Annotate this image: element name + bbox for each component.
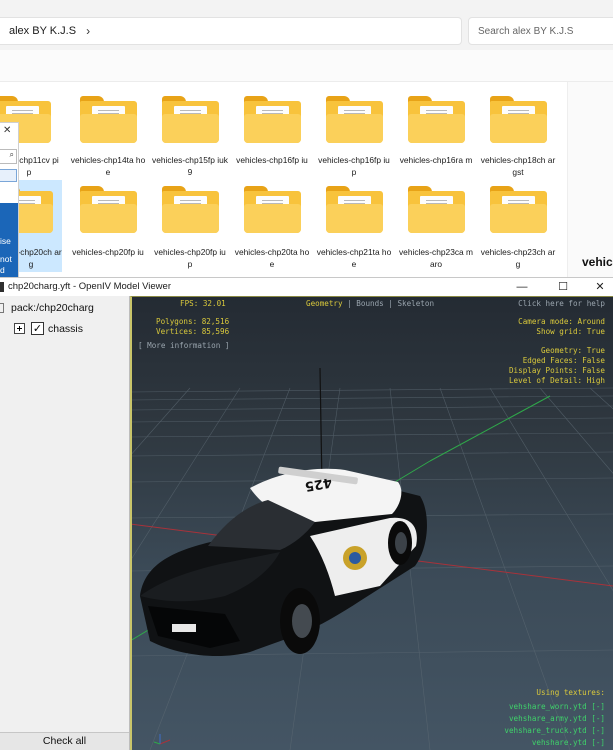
folder-tile[interactable]: vehicles-chp23ch arg <box>480 180 556 270</box>
folder-label: vehicles-chp23ca maro <box>398 247 473 269</box>
display-points-readout[interactable]: Display Points: False <box>509 366 605 376</box>
folder-icon <box>326 186 383 233</box>
popup-dialog: ✕ ⌕ ise not d <box>0 122 19 278</box>
folder-icon <box>326 96 383 143</box>
close-button[interactable]: ✕ <box>583 278 613 297</box>
folder-icon <box>80 96 137 143</box>
texture-item[interactable]: vehshare_army.ytd [-] <box>509 714 605 724</box>
details-pane-title: vehicl <box>582 255 613 269</box>
folder-grid: …es-chp11cv pip vehicles-chp14ta hoe veh… <box>0 82 613 277</box>
folder-tile[interactable]: vehicles-chp20ta hoe <box>234 180 310 270</box>
explorer-toolbar <box>0 50 613 82</box>
folder-tile[interactable]: vehicles-chp16fp iup <box>316 90 392 180</box>
folder-label: vehicles-chp14ta hoe <box>70 155 146 177</box>
mode-bounds-tab[interactable]: Bounds <box>356 299 383 308</box>
folder-tile[interactable]: vehicles-chp16ra m <box>398 90 474 180</box>
folder-label: vehicles-chp23ch arg <box>480 247 556 269</box>
show-grid-readout[interactable]: Show grid: True <box>536 327 605 337</box>
folder-icon <box>408 96 465 143</box>
mode-geometry-tab[interactable]: Geometry <box>306 299 343 308</box>
vertices-readout: Vertices: 85,596 <box>156 327 230 336</box>
more-information-link[interactable]: [ More information ] <box>138 341 229 351</box>
tree-expand-icon[interactable] <box>14 323 25 334</box>
folder-label: vehicles-chp21ta hoe <box>316 247 392 269</box>
folder-label: vehicles-chp15fp iuk9 <box>152 155 228 177</box>
address-path[interactable]: alex BY K.J.S <box>9 25 76 37</box>
police-car-model: 425 <box>140 466 427 657</box>
edged-faces-readout[interactable]: Edged Faces: False <box>523 356 605 366</box>
dialog-info-panel: ise not d <box>0 203 18 278</box>
z-axis-line-far <box>429 395 551 462</box>
folder-label: vehicles-chp16fp iu <box>236 155 308 165</box>
folder-tile[interactable]: vehicles-chp14ta hoe <box>70 90 146 180</box>
folder-icon <box>244 96 301 143</box>
folder-label: vehicles-chp20ta hoe <box>234 247 310 269</box>
folder-icon <box>162 96 219 143</box>
3d-viewport[interactable]: 425 FPS: 32.01 Polygons: 82,516 Vertices… <box>130 296 613 750</box>
dialog-info-line: d <box>0 265 5 275</box>
address-chevron-icon[interactable]: › <box>86 24 90 38</box>
folder-label: vehicles-chp18ch argst <box>480 155 556 177</box>
folder-label: vehicles-chp20fp iu <box>72 247 144 257</box>
dialog-close-icon[interactable]: ✕ <box>3 125 11 136</box>
using-textures-label: Using textures: <box>536 688 605 697</box>
minimize-button[interactable]: — <box>505 278 539 297</box>
folder-icon <box>490 186 547 233</box>
chassis-checkbox[interactable]: ✓ <box>31 322 44 335</box>
level-of-detail-readout[interactable]: Level of Detail: High <box>509 376 605 386</box>
folder-label: vehicles-chp20fp iup <box>154 247 226 269</box>
dialog-search-icon[interactable]: ⌕ <box>0 149 17 164</box>
dialog-info-line: not <box>0 254 12 264</box>
antenna <box>319 367 323 487</box>
render-mode-switch: Geometry | Bounds | Skeleton <box>306 299 434 309</box>
search-placeholder: Search alex BY K.J.S <box>478 25 574 37</box>
folder-icon <box>244 186 301 233</box>
model-tree-panel: pack:/chp20charg ✓ chassis Check all <box>0 296 130 750</box>
details-pane: vehicl <box>567 82 613 277</box>
tree-root-label[interactable]: pack:/chp20charg <box>11 302 94 314</box>
mode-separator: | <box>383 299 398 308</box>
folder-label: vehicles-chp16ra m <box>399 155 473 165</box>
folder-tile[interactable]: vehicles-chp15fp iuk9 <box>152 90 228 180</box>
mode-separator: | <box>342 299 357 308</box>
maximize-button[interactable]: ☐ <box>546 278 580 297</box>
texture-item[interactable]: vehshare.ytd [-] <box>532 738 605 748</box>
folder-icon <box>490 96 547 143</box>
mode-skeleton-tab[interactable]: Skeleton <box>397 299 434 308</box>
dialog-field[interactable] <box>0 169 17 182</box>
texture-item[interactable]: vehshare_truck.ytd [-] <box>504 726 605 736</box>
folder-tile[interactable]: vehicles-chp18ch argst <box>480 90 556 180</box>
polygons-readout: Polygons: 82,516 <box>156 317 230 326</box>
folder-tile[interactable]: vehicles-chp20fp iup <box>152 180 228 270</box>
explorer-top-strip <box>0 0 613 14</box>
tree-root-icon <box>0 303 4 313</box>
folder-tile[interactable]: vehicles-chp21ta hoe <box>316 180 392 270</box>
folder-tile[interactable]: vehicles-chp20fp iu <box>70 180 146 270</box>
geometry-readout[interactable]: Geometry: True <box>541 346 605 356</box>
folder-icon <box>408 186 465 233</box>
app-icon <box>0 282 4 292</box>
viewer-titlebar[interactable]: chp20charg.yft - OpenIV Model Viewer — ☐… <box>0 277 613 296</box>
axis-gizmo <box>153 734 171 745</box>
check-all-button[interactable]: Check all <box>0 732 129 750</box>
fps-readout: FPS: 32.01 <box>180 299 226 308</box>
folder-icon <box>80 186 137 233</box>
tree-item-chassis[interactable]: chassis <box>48 323 83 335</box>
address-bar[interactable]: alex BY K.J.S › <box>0 17 462 45</box>
screen: alex BY K.J.S › Search alex BY K.J.S …es… <box>0 0 613 750</box>
viewer-title: chp20charg.yft - OpenIV Model Viewer <box>8 281 171 292</box>
help-link[interactable]: Click here for help <box>518 299 605 309</box>
folder-tile[interactable]: vehicles-chp16fp iu <box>234 90 310 180</box>
folder-icon <box>162 186 219 233</box>
folder-label: vehicles-chp16fp iup <box>318 155 390 177</box>
explorer-address-row: alex BY K.J.S › Search alex BY K.J.S <box>0 14 613 50</box>
folder-tile[interactable]: vehicles-chp23ca maro <box>398 180 474 270</box>
texture-item[interactable]: vehshare_worn.ytd [-] <box>509 702 605 712</box>
camera-mode-readout[interactable]: Camera mode: Around <box>518 317 605 327</box>
search-input[interactable]: Search alex BY K.J.S <box>468 17 613 45</box>
dialog-info-line: ise <box>0 236 11 246</box>
